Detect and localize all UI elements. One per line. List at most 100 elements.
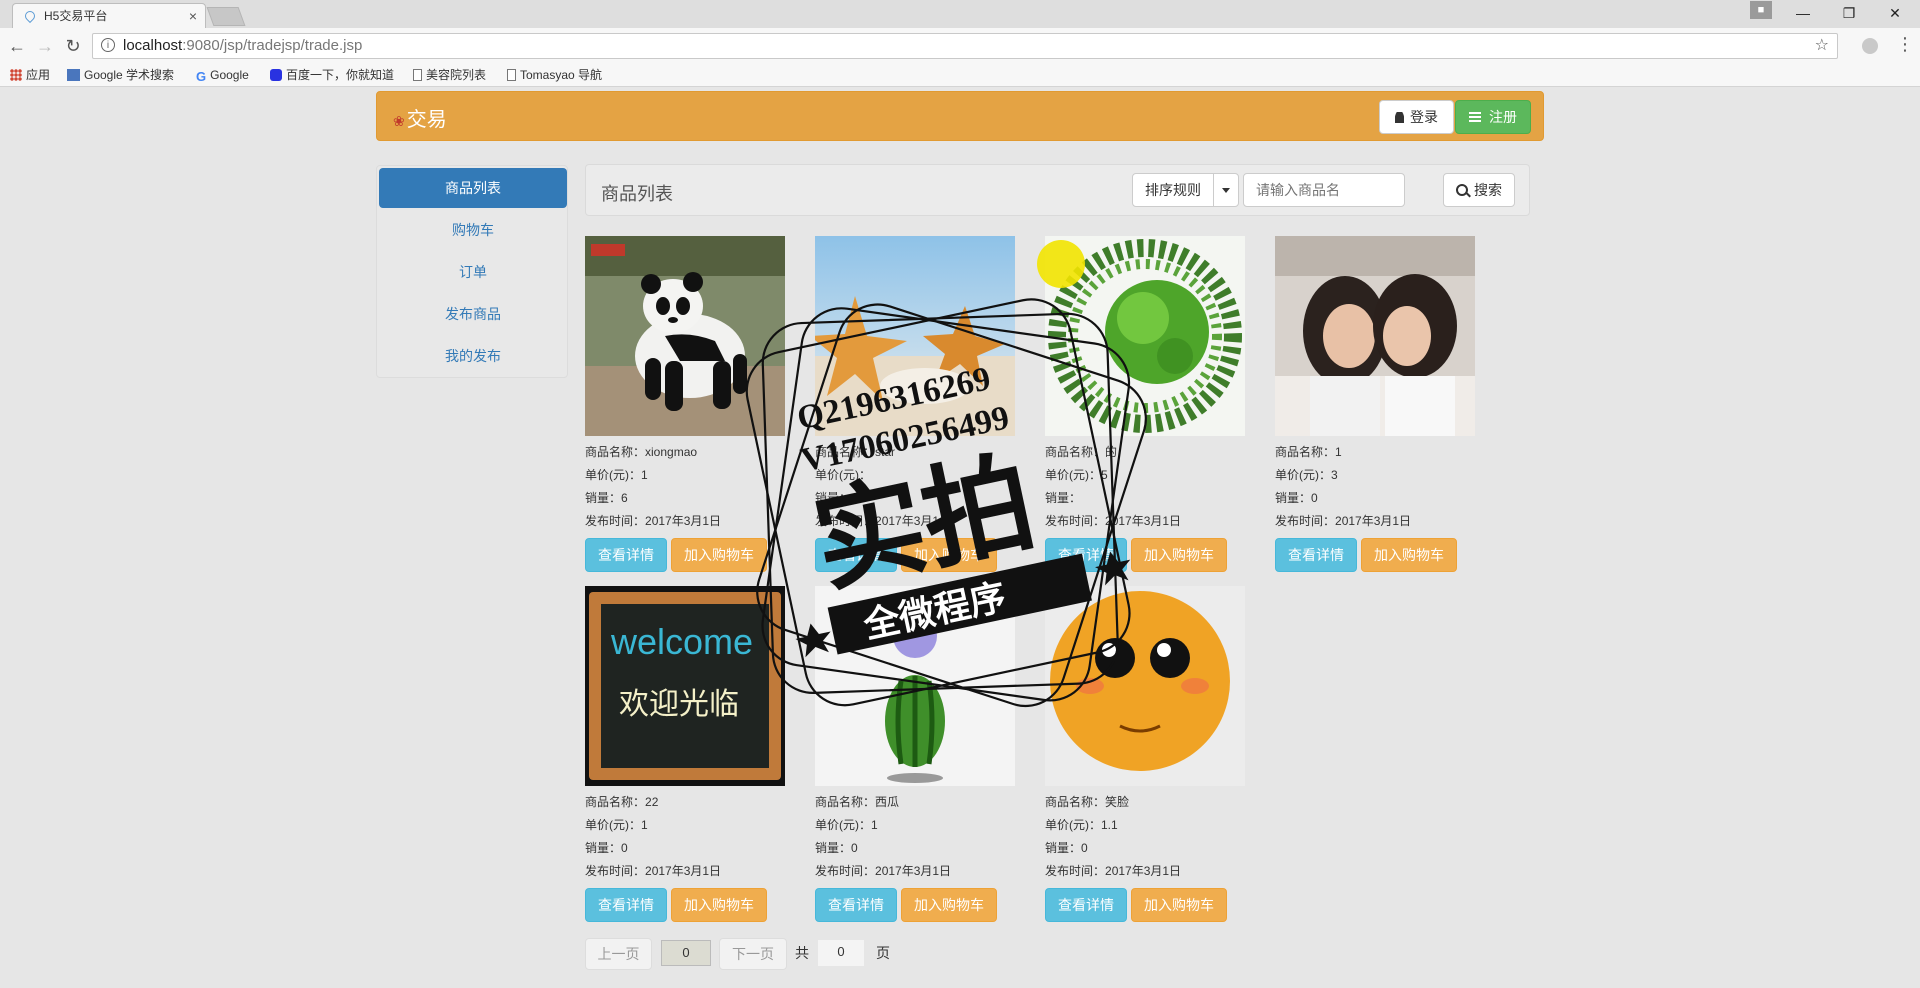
next-page-button[interactable]: 下一页 — [719, 938, 787, 970]
product-sales: 0 — [1081, 841, 1088, 855]
tab-title: H5交易平台 — [44, 9, 108, 23]
info-icon[interactable]: i — [101, 38, 115, 52]
welcome-cn-text: 欢迎光临 — [619, 687, 739, 722]
product-image-panda[interactable] — [585, 236, 785, 436]
reload-icon[interactable]: ↻ — [62, 35, 84, 57]
search-input[interactable] — [1243, 173, 1405, 207]
browser-toolbar: ← → ↻ i localhost:9080/jsp/tradejsp/trad… — [0, 28, 1920, 64]
product-info: 商品名称：22 单价(元)：1 销量：0 发布时间：2017年3月1日 — [585, 795, 722, 878]
close-window-button[interactable]: ✕ — [1872, 0, 1918, 28]
bookmarks-bar: 应用 Google 学术搜索 G Google 百度一下，你就知道 美容院列表 T… — [0, 64, 1920, 87]
restore-button[interactable]: ❐ — [1826, 0, 1872, 28]
view-details-button[interactable]: 查看详情 — [815, 888, 897, 922]
product-date: 2017年3月1日 — [1335, 514, 1412, 528]
product-image-smiley[interactable] — [1045, 586, 1245, 786]
search-icon — [1456, 184, 1468, 196]
add-to-cart-button[interactable]: 加入购物车 — [671, 888, 767, 922]
baidu-icon — [270, 69, 282, 81]
view-details-button[interactable]: 查看详情 — [585, 888, 667, 922]
login-button[interactable]: 登录 — [1379, 100, 1454, 134]
bookmark-google-scholar[interactable]: Google 学术搜索 — [67, 67, 174, 83]
product-list-header: 商品列表 排序规则 搜索 — [585, 164, 1530, 216]
brand-logo-icon: ❀ — [393, 113, 405, 129]
sidebar-item-cart[interactable]: 购物车 — [379, 210, 567, 250]
bookmark-baidu[interactable]: 百度一下，你就知道 — [270, 67, 394, 83]
new-tab-button[interactable] — [206, 7, 246, 26]
brand[interactable]: ❀ 交易 — [393, 103, 447, 132]
page-icon — [507, 69, 516, 81]
tab-close-icon[interactable]: × — [189, 4, 197, 28]
view-details-button[interactable]: 查看详情 — [815, 538, 897, 572]
menu-icon[interactable]: ⋮ — [1896, 34, 1914, 55]
product-name: 22 — [645, 795, 659, 809]
bookmark-beauty-salons[interactable]: 美容院列表 — [413, 67, 486, 83]
product-name: 西瓜 — [875, 795, 900, 809]
minimize-button[interactable]: — — [1780, 0, 1826, 28]
bookmark-google[interactable]: G Google — [196, 67, 249, 85]
register-button[interactable]: 注册 — [1455, 100, 1531, 134]
current-page-input[interactable]: 0 — [661, 940, 711, 966]
view-details-button[interactable]: 查看详情 — [1045, 888, 1127, 922]
product-image-welcome-board[interactable]: welcome 欢迎光临 — [585, 586, 785, 786]
product-price: 1 — [641, 468, 648, 482]
product-date: 2017年3月1日 — [1105, 864, 1182, 878]
prev-page-button[interactable]: 上一页 — [585, 938, 652, 970]
extension-icon[interactable] — [1862, 38, 1878, 54]
back-icon[interactable]: ← — [6, 35, 28, 57]
product-info: 商品名称：xiongmao 单价(元)：1 销量：6 发布时间：2017年3月1… — [585, 445, 722, 528]
product-image-starfish[interactable] — [815, 236, 1015, 436]
caret-down-icon — [1222, 188, 1230, 193]
view-details-button[interactable]: 查看详情 — [585, 538, 667, 572]
page-icon — [413, 69, 422, 81]
sidebar-item-orders[interactable]: 订单 — [379, 252, 567, 292]
user-icon — [1395, 112, 1404, 123]
apps-icon — [10, 69, 22, 81]
add-to-cart-button[interactable]: 加入购物车 — [1131, 888, 1227, 922]
bookmark-star-icon[interactable]: ☆ — [1815, 34, 1829, 58]
scholar-icon — [67, 69, 80, 81]
favicon-icon — [22, 8, 38, 24]
product-price: 5 — [1101, 468, 1108, 482]
add-to-cart-button[interactable]: 加入购物车 — [1131, 538, 1227, 572]
browser-tab[interactable]: H5交易平台 × — [12, 3, 206, 28]
welcome-text: welcome — [610, 621, 753, 662]
sidebar-item-publish[interactable]: 发布商品 — [379, 294, 567, 334]
address-bar[interactable]: i localhost:9080/jsp/tradejsp/trade.jsp … — [92, 33, 1838, 59]
view-details-button[interactable]: 查看详情 — [1045, 538, 1127, 572]
profile-icon[interactable]: ■ — [1750, 1, 1772, 19]
product-sales: 0 — [1311, 491, 1318, 505]
bookmark-apps[interactable]: 应用 — [10, 67, 50, 83]
total-pages: 0 — [818, 940, 864, 966]
product-info: 商品名称：笑脸 单价(元)：1.1 销量：0 发布时间：2017年3月1日 — [1045, 795, 1182, 878]
sidebar-item-product-list[interactable]: 商品列表 — [379, 168, 567, 208]
sort-button[interactable]: 排序规则 — [1132, 173, 1214, 207]
product-image-girls[interactable] — [1275, 236, 1475, 436]
product-info: 商品名称：star 单价(元)： 销量： 发布时间：2017年3月1日 — [815, 445, 952, 528]
google-icon: G — [196, 69, 207, 84]
product-date: 2017年3月1日 — [875, 864, 952, 878]
site-navbar: ❀ 交易 登录 注册 — [376, 91, 1544, 141]
view-details-button[interactable]: 查看详情 — [1275, 538, 1357, 572]
product-info: 商品名称：西瓜 单价(元)：1 销量：0 发布时间：2017年3月1日 — [815, 795, 952, 878]
product-info: 商品名称：的 单价(元)：5 销量： 发布时间：2017年3月1日 — [1045, 445, 1182, 528]
add-to-cart-button[interactable]: 加入购物车 — [901, 888, 997, 922]
sidebar: 商品列表 购物车 订单 发布商品 我的发布 — [376, 165, 568, 378]
sidebar-item-my-posts[interactable]: 我的发布 — [379, 336, 567, 376]
add-to-cart-button[interactable]: 加入购物车 — [671, 538, 767, 572]
add-to-cart-button[interactable]: 加入购物车 — [901, 538, 997, 572]
product-sales: 6 — [621, 491, 628, 505]
total-prefix: 共 — [795, 945, 809, 961]
product-info: 商品名称：1 单价(元)：3 销量：0 发布时间：2017年3月1日 — [1275, 445, 1412, 528]
bookmark-tomasyao[interactable]: Tomasyao 导航 — [507, 67, 602, 83]
forward-icon[interactable]: → — [34, 35, 56, 57]
add-to-cart-button[interactable]: 加入购物车 — [1361, 538, 1457, 572]
product-name: star — [875, 445, 896, 459]
sort-dropdown-toggle[interactable] — [1213, 173, 1239, 207]
product-name: 1 — [1335, 445, 1342, 459]
product-date: 2017年3月1日 — [875, 514, 952, 528]
page-title: 商品列表 — [601, 184, 673, 204]
product-date: 2017年3月1日 — [645, 864, 722, 878]
search-button[interactable]: 搜索 — [1443, 173, 1515, 207]
product-image-watermelon[interactable] — [815, 586, 1015, 786]
product-price: 1 — [641, 818, 648, 832]
